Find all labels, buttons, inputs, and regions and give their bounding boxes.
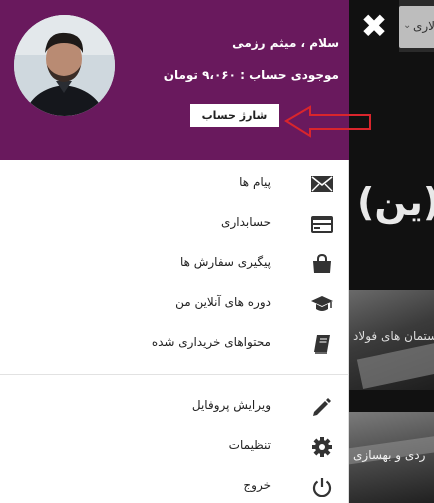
avatar [14,15,115,116]
envelope-icon [311,173,333,195]
avatar-photo [14,15,115,116]
menu-item-accounting[interactable]: حسابداری [0,204,349,244]
power-icon [311,476,333,498]
menu-item-logout[interactable]: خروج [0,467,349,503]
menu-item-purchased-content[interactable]: محتواهای خریداری شده [0,324,349,364]
menu-item-label: خروج [243,478,271,492]
menu-item-messages[interactable]: پیام ها [0,164,349,204]
close-icon: ✖ [360,7,388,45]
background-headline: (ین) [357,180,434,224]
menu-divider [0,374,349,375]
background-select-value: لاری [412,19,434,33]
profile-header: سلام ، میثم رزمی موجودی حساب : ۹،۰۶۰ توم… [0,0,371,160]
credit-card-icon [311,213,333,235]
menu-item-edit-profile[interactable]: ویرایش پروفایل [0,387,349,427]
shopping-bag-icon [311,253,333,275]
drawer-menu: پیام ها حسابداری پیگیری سفارش ها دوره ها… [0,164,349,503]
menu-item-label: دوره های آنلاین من [175,295,271,309]
background-card-title[interactable]: ستمان های فولاد [353,329,434,343]
account-balance: موجودی حساب : ۹،۰۶۰ تومان [163,68,339,82]
menu-item-label: پیگیری سفارش ها [179,255,271,269]
arrow-left-icon [284,105,371,138]
menu-item-label: تنظیمات [228,438,271,452]
menu-item-label: پیام ها [239,175,271,189]
background-page: ⌄ لاری (ین) ستمان های فولاد ردی و بهسازی [349,0,434,503]
menu-item-my-courses[interactable]: دوره های آنلاین من [0,284,349,324]
menu-item-order-tracking[interactable]: پیگیری سفارش ها [0,244,349,284]
charge-account-button[interactable]: شارژ حساب [190,104,279,127]
menu-item-label: حسابداری [221,215,271,229]
menu-item-label: ویرایش پروفایل [191,398,271,412]
background-card-title[interactable]: ردی و بهسازی [353,448,425,462]
menu-item-label: محتواهای خریداری شده [151,335,271,349]
pencil-icon [311,396,333,418]
menu-item-settings[interactable]: تنظیمات [0,427,349,467]
background-select[interactable]: ⌄ لاری [399,6,434,48]
graduation-cap-icon [311,293,333,315]
chevron-down-icon: ⌄ [403,20,412,31]
greeting-text: سلام ، میثم رزمی [232,36,339,50]
book-icon [311,333,333,355]
gear-icon [311,436,333,458]
user-drawer: سلام ، میثم رزمی موجودی حساب : ۹،۰۶۰ توم… [0,0,371,503]
close-drawer-button[interactable]: ✖ [349,0,399,52]
